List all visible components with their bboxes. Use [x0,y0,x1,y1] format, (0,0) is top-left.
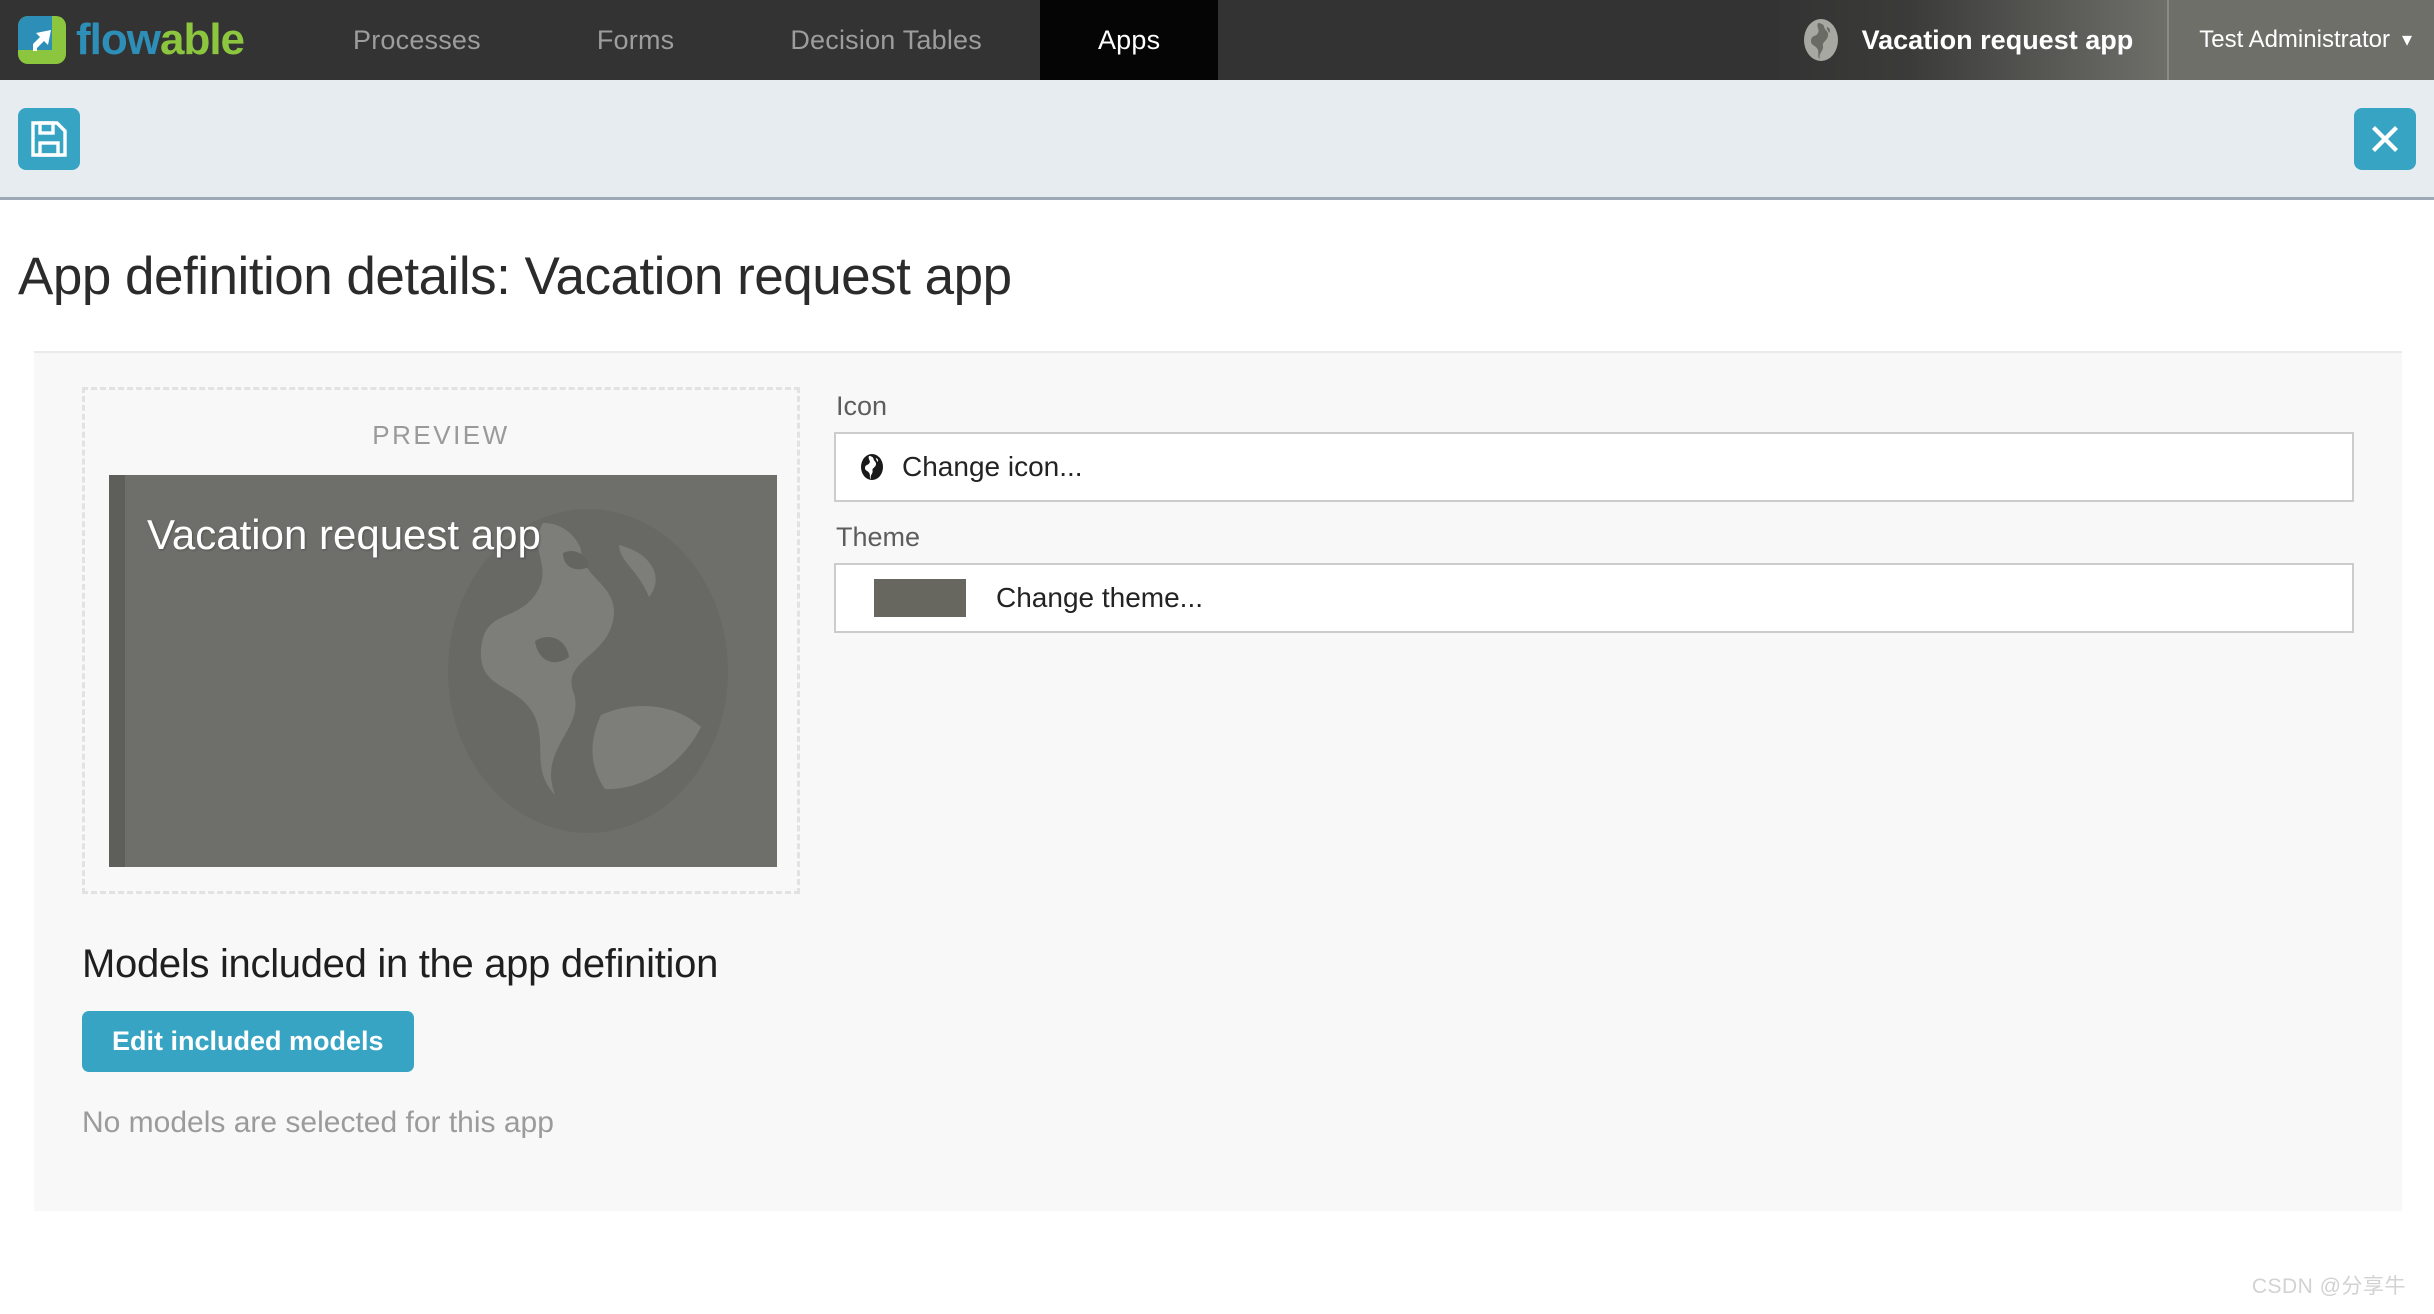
globe-icon [1798,17,1844,63]
tab-processes-label: Processes [353,25,481,56]
close-button[interactable] [2354,108,2416,170]
flowable-arrow-logo-icon [18,16,66,64]
app-definition-panel: PREVIEW Vacation request app [34,351,2402,1211]
page-body: App definition details: Vacation request… [0,200,2434,1211]
tab-decision-tables[interactable]: Decision Tables [732,0,1040,80]
preview-column: PREVIEW Vacation request app [34,387,814,894]
theme-field-label: Theme [834,518,2354,563]
tab-processes[interactable]: Processes [295,0,539,80]
tab-apps[interactable]: Apps [1040,0,1218,80]
tab-apps-label: Apps [1098,25,1160,56]
tab-decision-tables-label: Decision Tables [790,25,982,56]
watermark: CSDN @分享牛 [2252,1270,2406,1300]
brand-wordmark-part2: able [160,15,244,64]
user-menu-label: Test Administrator [2199,26,2390,54]
edit-included-models-button[interactable]: Edit included models [82,1011,414,1072]
models-heading: Models included in the app definition [82,942,2402,987]
tile-accent-stripe [109,475,125,867]
user-menu[interactable]: Test Administrator ▾ [2167,0,2434,80]
tab-forms[interactable]: Forms [539,0,733,80]
navbar-spacer [1218,0,1771,80]
top-navbar: flowable Processes Forms Decision Tables… [0,0,2434,80]
fields-column: Icon Change icon... Theme Change theme..… [814,387,2402,894]
preview-tile-title: Vacation request app [147,511,541,559]
chevron-down-icon: ▾ [2402,30,2412,50]
app-preview-tile: Vacation request app [109,475,777,867]
editor-action-toolbar [0,80,2434,200]
app-context-selector[interactable]: Vacation request app [1772,0,2168,80]
close-x-icon [2367,121,2403,157]
preview-box: PREVIEW Vacation request app [82,387,800,894]
theme-color-swatch [874,579,966,617]
tab-forms-label: Forms [597,25,675,56]
panel-top-row: PREVIEW Vacation request app [34,353,2402,894]
change-icon-label: Change icon... [902,451,1083,483]
main-navigation-tabs: Processes Forms Decision Tables Apps [295,0,1218,80]
change-icon-button[interactable]: Change icon... [834,432,2354,502]
preview-label: PREVIEW [109,412,773,475]
save-button[interactable] [18,108,80,170]
brand-logo[interactable]: flowable [0,0,295,80]
arrow-glyph-icon [27,25,57,55]
change-theme-label: Change theme... [996,582,1203,614]
globe-icon [858,453,886,481]
floppy-disk-save-icon [29,119,69,159]
page-title: App definition details: Vacation request… [0,200,2434,307]
brand-wordmark-part1: flow [76,15,160,64]
app-context-label: Vacation request app [1862,25,2134,56]
icon-field-label: Icon [834,387,2354,432]
models-empty-message: No models are selected for this app [82,1106,2402,1140]
brand-wordmark: flowable [76,18,244,62]
change-theme-button[interactable]: Change theme... [834,563,2354,633]
models-section: Models included in the app definition Ed… [34,894,2402,1140]
